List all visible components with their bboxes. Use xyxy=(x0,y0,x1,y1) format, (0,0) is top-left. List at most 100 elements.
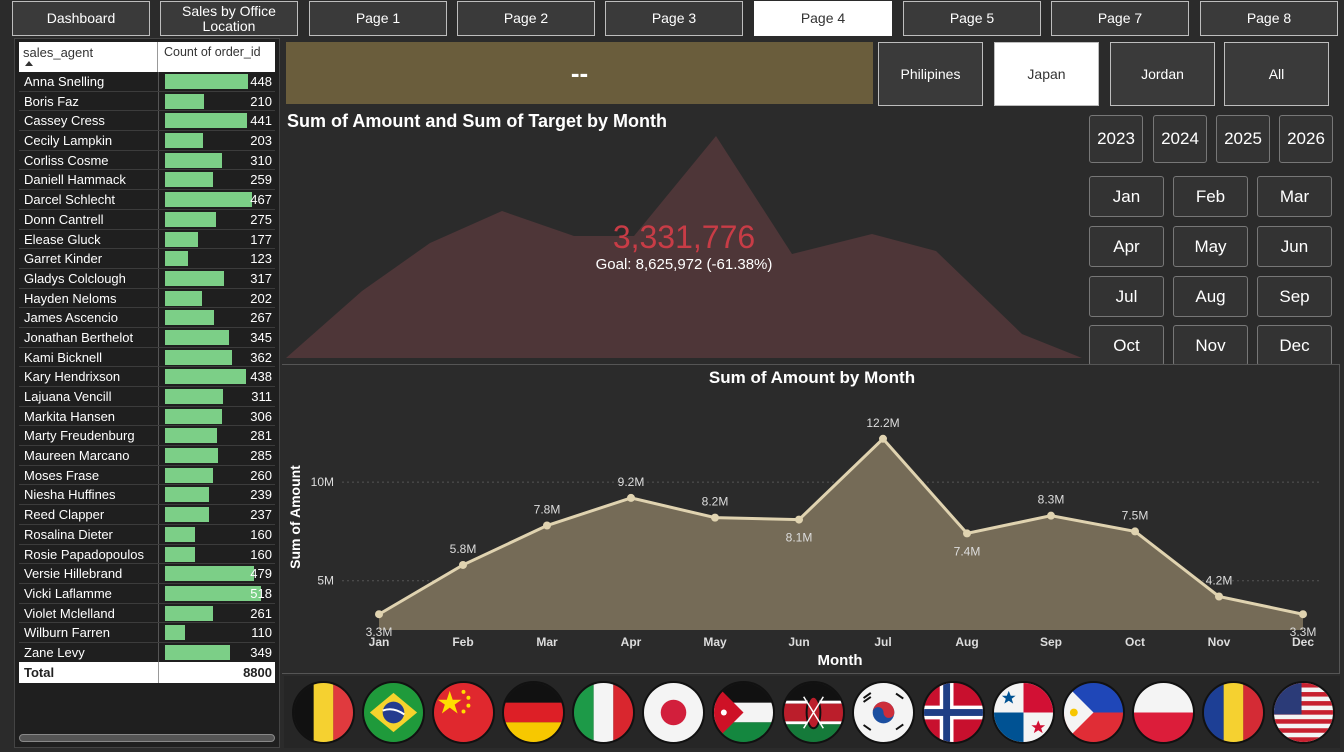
south-korea-flag-icon[interactable] xyxy=(852,681,915,744)
count-bar xyxy=(165,113,247,129)
month-slicer-jan[interactable]: Jan xyxy=(1089,176,1164,217)
nav-sales-by-office-location[interactable]: Sales by Office Location xyxy=(160,1,298,36)
table-row[interactable]: Kami Bicknell 362 xyxy=(19,347,275,368)
nav-dashboard[interactable]: Dashboard xyxy=(12,1,150,36)
data-label: 7.8M xyxy=(534,503,561,517)
month-slicer-may[interactable]: May xyxy=(1173,226,1248,267)
horizontal-scrollbar[interactable] xyxy=(19,734,275,742)
table-header: sales_agent Count of order_id xyxy=(19,42,275,72)
philippines-flag-icon[interactable] xyxy=(1062,681,1125,744)
count-bar xyxy=(165,585,261,601)
agent-name: Garret Kinder xyxy=(24,251,103,267)
table-row[interactable]: Jonathan Berthelot 345 xyxy=(19,327,275,348)
nav-page-4[interactable]: Page 4 xyxy=(754,1,892,36)
nav-page-1[interactable]: Page 1 xyxy=(309,1,447,36)
table-row[interactable]: Elease Gluck 177 xyxy=(19,229,275,250)
table-row[interactable]: Rosalina Dieter 160 xyxy=(19,524,275,545)
month-slicer-dec[interactable]: Dec xyxy=(1257,325,1332,366)
count-bar xyxy=(165,625,186,641)
month-slicer-aug[interactable]: Aug xyxy=(1173,276,1248,317)
year-slicer-2023[interactable]: 2023 xyxy=(1089,115,1143,163)
norway-flag-icon[interactable] xyxy=(922,681,985,744)
japan-flag-icon[interactable] xyxy=(642,681,705,744)
nav-page-7[interactable]: Page 7 xyxy=(1051,1,1189,36)
agent-name: Markita Hansen xyxy=(24,408,116,424)
germany-flag-icon[interactable] xyxy=(502,681,565,744)
table-row[interactable]: Reed Clapper 237 xyxy=(19,505,275,525)
belgium-flag-icon[interactable] xyxy=(292,681,355,744)
table-row[interactable]: Rosie Papadopoulos 160 xyxy=(19,544,275,565)
agent-name: Versie Hillebrand xyxy=(24,566,123,582)
month-slicer-apr[interactable]: Apr xyxy=(1089,226,1164,267)
table-row[interactable]: Gladys Colclough 317 xyxy=(19,268,275,289)
amount-chart-svg: Sum of Amount by Month5M10M3.3MJan5.8MFe… xyxy=(287,368,1322,669)
country-slicer-philipines[interactable]: Philipines xyxy=(878,42,983,106)
nav-page-3[interactable]: Page 3 xyxy=(605,1,743,36)
poland-flag-icon[interactable] xyxy=(1132,681,1195,744)
nav-page-2[interactable]: Page 2 xyxy=(457,1,595,36)
italy-flag-icon[interactable] xyxy=(572,681,635,744)
table-row[interactable]: Boris Faz 210 xyxy=(19,91,275,112)
x-tick-label: Mar xyxy=(536,635,558,649)
table-row[interactable]: Niesha Huffines 239 xyxy=(19,485,275,506)
month-slicer-mar[interactable]: Mar xyxy=(1257,176,1332,217)
month-slicer-nov[interactable]: Nov xyxy=(1173,325,1248,366)
table-row[interactable]: Daniell Hammack 259 xyxy=(19,170,275,191)
table-row[interactable]: Wilburn Farren 110 xyxy=(19,623,275,643)
jordan-flag-icon[interactable] xyxy=(712,681,775,744)
table-row[interactable]: Marty Freudenburg 281 xyxy=(19,426,275,447)
table-row[interactable]: Hayden Neloms 202 xyxy=(19,288,275,309)
agent-name: Elease Gluck xyxy=(24,231,101,247)
table-body: Anna Snelling 448 Boris Faz 210 Cassey Cress… xyxy=(19,72,275,663)
order-count: 448 xyxy=(250,74,272,89)
nav-page-8[interactable]: Page 8 xyxy=(1200,1,1338,36)
order-count: 518 xyxy=(250,585,272,601)
country-slicer-japan[interactable]: Japan xyxy=(994,42,1099,106)
agent-name: Donn Cantrell xyxy=(24,211,104,227)
total-value: 8800 xyxy=(243,665,272,680)
column-header-count[interactable]: Count of order_id xyxy=(159,42,275,72)
kpi-goal: Goal: 8,625,972 (-61.38%) xyxy=(595,256,773,273)
panama-flag-icon[interactable] xyxy=(992,681,1055,744)
table-row[interactable]: Markita Hansen 306 xyxy=(19,406,275,427)
agent-name: Lajuana Vencill xyxy=(24,389,112,404)
table-row[interactable]: Lajuana Vencill 311 xyxy=(19,387,275,407)
brazil-flag-icon[interactable] xyxy=(362,681,425,744)
month-slicer-sep[interactable]: Sep xyxy=(1257,276,1332,317)
china-flag-icon[interactable] xyxy=(432,681,495,744)
data-label: 12.2M xyxy=(866,416,899,430)
year-slicer-2024[interactable]: 2024 xyxy=(1153,115,1207,163)
country-slicer-all[interactable]: All xyxy=(1224,42,1329,106)
table-row[interactable]: Maureen Marcano 285 xyxy=(19,446,275,466)
table-row[interactable]: Darcel Schlecht 467 xyxy=(19,190,275,210)
table-row[interactable]: Zane Levy 349 xyxy=(19,642,275,663)
x-tick-label: Sep xyxy=(1040,635,1062,649)
table-row[interactable]: Anna Snelling 448 xyxy=(19,72,275,92)
table-row[interactable]: James Ascencio 267 xyxy=(19,308,275,328)
nav-page-5[interactable]: Page 5 xyxy=(903,1,1041,36)
month-slicer-feb[interactable]: Feb xyxy=(1173,176,1248,217)
table-row[interactable]: Cecily Lampkin 203 xyxy=(19,131,275,151)
romania-flag-icon[interactable] xyxy=(1202,681,1265,744)
table-row[interactable]: Kary Hendrixson 438 xyxy=(19,367,275,387)
order-count: 259 xyxy=(250,172,272,188)
table-row[interactable]: Cassey Cress 441 xyxy=(19,111,275,132)
table-row[interactable]: Versie Hillebrand 479 xyxy=(19,564,275,584)
column-header-sales-agent[interactable]: sales_agent xyxy=(19,42,158,72)
country-slicer-jordan[interactable]: Jordan xyxy=(1110,42,1215,106)
table-row[interactable]: Violet Mclelland 261 xyxy=(19,603,275,624)
month-slicer-oct[interactable]: Oct xyxy=(1089,325,1164,366)
table-row[interactable]: Vicki Laflamme 518 xyxy=(19,583,275,604)
table-row[interactable]: Moses Frase 260 xyxy=(19,465,275,486)
kenya-flag-icon[interactable] xyxy=(782,681,845,744)
table-row[interactable]: Donn Cantrell 275 xyxy=(19,209,275,230)
count-bar xyxy=(165,448,218,464)
month-slicer-jun[interactable]: Jun xyxy=(1257,226,1332,267)
year-slicer-2025[interactable]: 2025 xyxy=(1216,115,1270,163)
month-slicer-jul[interactable]: Jul xyxy=(1089,276,1164,317)
table-row[interactable]: Corliss Cosme 310 xyxy=(19,150,275,171)
year-slicer-2026[interactable]: 2026 xyxy=(1279,115,1333,163)
united-states-flag-icon[interactable] xyxy=(1272,681,1335,744)
table-row[interactable]: Garret Kinder 123 xyxy=(19,249,275,269)
data-point xyxy=(459,560,467,569)
